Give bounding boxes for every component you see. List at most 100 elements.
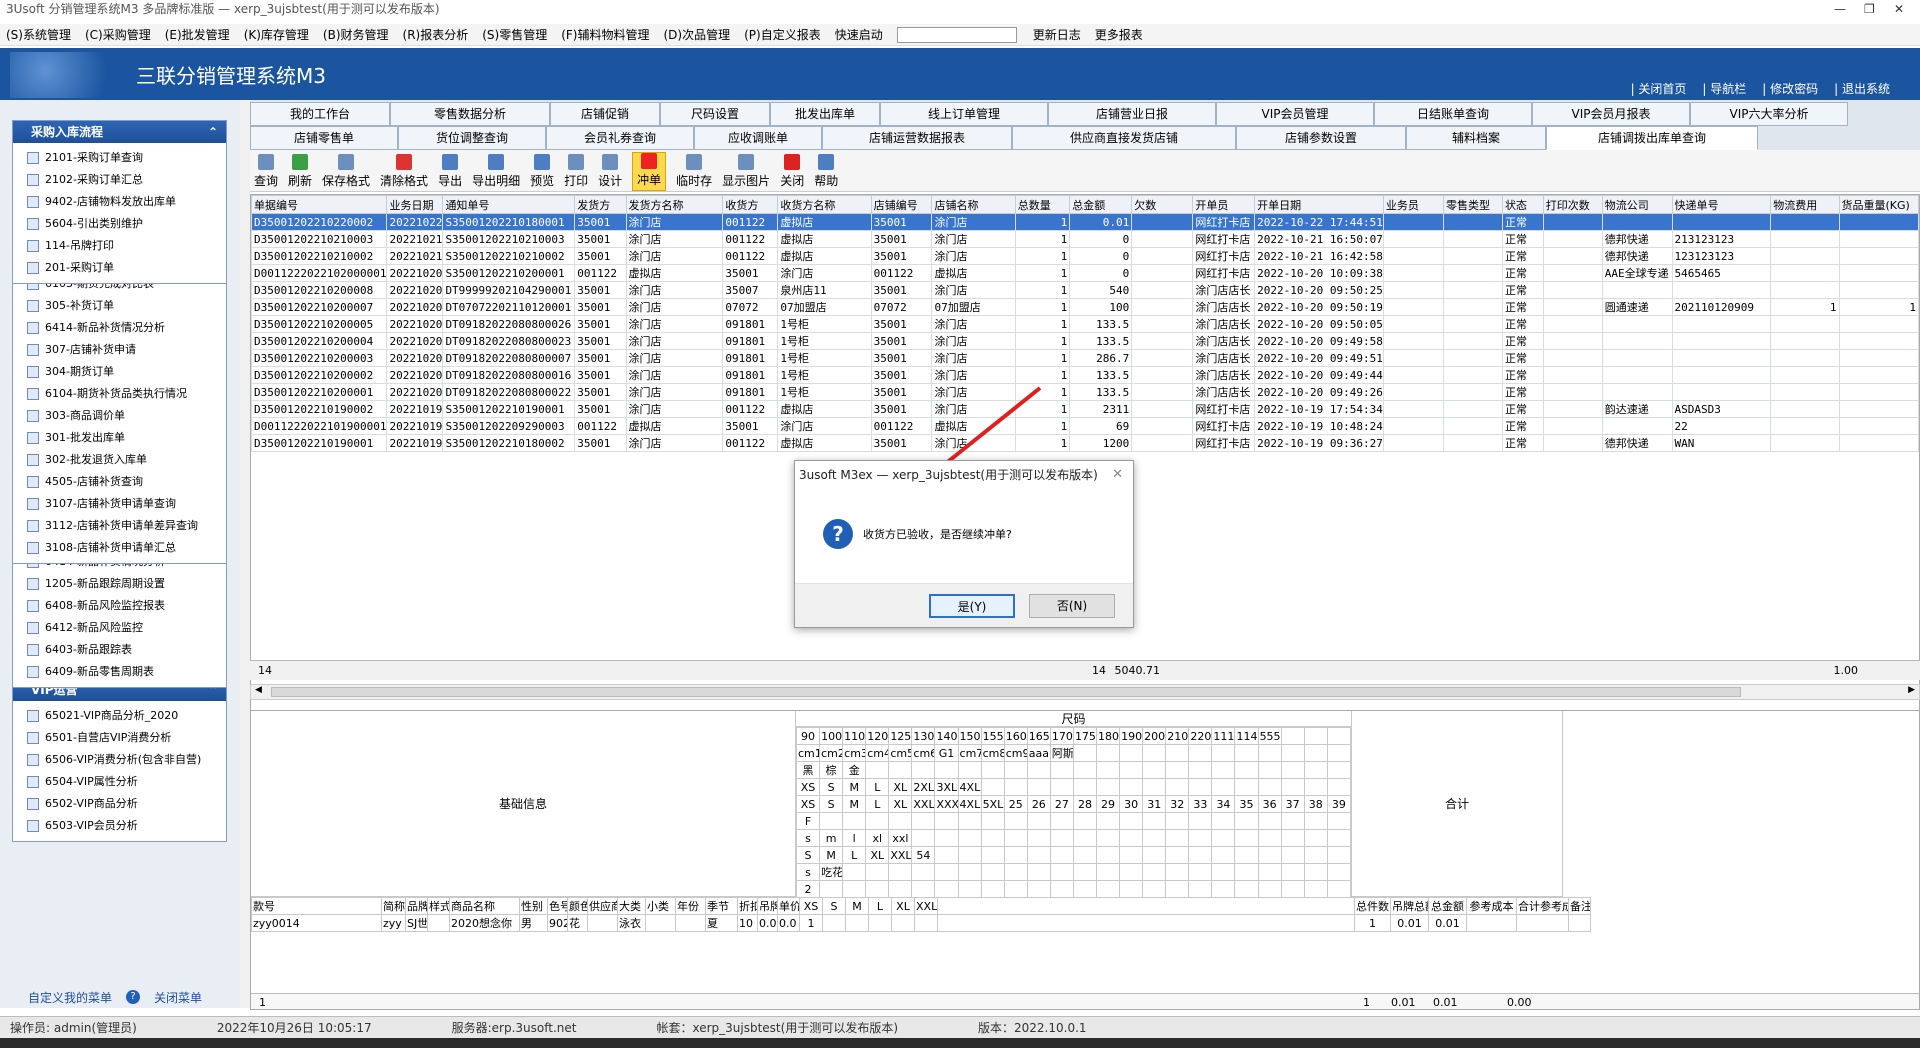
table-cell[interactable]: 202110120909 — [1671, 298, 1772, 316]
table-cell[interactable]: 1 — [1014, 315, 1071, 333]
table-cell[interactable]: 20221021 — [386, 247, 444, 265]
table-cell[interactable]: 涂门店 — [931, 349, 1016, 367]
sidebar-item[interactable]: 114-吊牌打印 — [13, 235, 226, 257]
menu-item-4[interactable]: (B)财务管理 — [323, 26, 389, 43]
sidebar-item[interactable]: 65021-VIP商品分析_2020 — [13, 705, 226, 727]
tab2-0[interactable]: 店铺零售单 — [250, 126, 398, 150]
detail-cell[interactable]: 2020想念你 — [449, 914, 520, 932]
table-cell[interactable]: 正常 — [1502, 434, 1544, 452]
table-cell[interactable] — [1442, 247, 1504, 265]
tab-3[interactable]: 尺码设置 — [660, 102, 770, 126]
custom-menu-link[interactable]: 自定义我的菜单 — [28, 989, 112, 1006]
table-cell[interactable]: 0.01 — [1069, 213, 1133, 231]
table-cell[interactable]: 涂门店 — [931, 315, 1016, 333]
menu-item-1[interactable]: (C)采购管理 — [85, 26, 151, 43]
table-cell[interactable]: S35001202210210003 — [442, 230, 576, 248]
menu-item-2[interactable]: (E)批发管理 — [165, 26, 230, 43]
table-cell[interactable]: 涂门店店长 — [1192, 298, 1256, 316]
table-cell[interactable]: 20221019 — [386, 434, 444, 452]
table-cell[interactable] — [1542, 383, 1603, 401]
table-cell[interactable]: 133.5 — [1069, 366, 1133, 384]
sidebar-item[interactable]: 302-批发退货入库单 — [13, 449, 226, 471]
table-cell[interactable]: 20221020 — [386, 349, 444, 367]
table-cell[interactable] — [1442, 366, 1504, 384]
table-cell[interactable]: 35001 — [574, 298, 627, 316]
detail-col-header[interactable]: 样式 — [427, 897, 450, 915]
table-cell[interactable] — [1382, 298, 1444, 316]
table-cell[interactable]: 35001 — [870, 281, 933, 299]
table-cell[interactable]: 001122 — [722, 213, 779, 231]
table-cell[interactable] — [1131, 230, 1194, 248]
table-cell[interactable] — [1131, 281, 1194, 299]
grid-column-header[interactable]: 总数量 — [1014, 195, 1071, 214]
detail-col-header[interactable]: 款号 — [251, 897, 382, 915]
tab-9[interactable]: VIP会员月报表 — [1532, 102, 1690, 126]
sidebar-item[interactable]: 6409-新品零售周期表 — [13, 661, 226, 683]
detail-col-header[interactable]: 色号 — [547, 897, 568, 915]
sidebar-item[interactable]: 1205-新品跟踪周期设置 — [13, 573, 226, 595]
table-cell[interactable]: 20221021 — [386, 230, 444, 248]
table-cell[interactable]: 001122 — [722, 400, 779, 418]
dialog-close-icon[interactable]: ✕ — [1112, 461, 1123, 489]
table-cell[interactable]: 涂门店 — [625, 332, 724, 350]
grid-column-header[interactable]: 物流公司 — [1601, 195, 1673, 214]
tab2-2[interactable]: 会员礼券查询 — [546, 126, 694, 150]
menu-item-9[interactable]: (P)自定义报表 — [744, 26, 821, 43]
table-cell[interactable] — [1542, 417, 1603, 435]
table-cell[interactable]: 正常 — [1502, 281, 1544, 299]
grid-column-header[interactable]: 店铺名称 — [931, 195, 1016, 214]
tab-7[interactable]: VIP会员管理 — [1216, 102, 1374, 126]
toolbar-button-12[interactable]: 关闭 — [780, 154, 804, 191]
scroll-thumb[interactable] — [271, 687, 1741, 697]
table-cell[interactable]: 5465465 — [1671, 264, 1772, 282]
table-cell[interactable]: 20221019 — [386, 417, 444, 435]
close-window-button[interactable]: ✕ — [1894, 0, 1904, 18]
detail-size-cell[interactable] — [822, 914, 846, 932]
sidebar-item[interactable]: 3107-店铺补货申请单查询 — [13, 493, 226, 515]
table-cell[interactable]: 1 — [1014, 213, 1071, 231]
table-cell[interactable]: 网红打卡店 — [1192, 264, 1256, 282]
table-cell[interactable] — [1442, 264, 1504, 282]
grid-column-header[interactable]: 发货方 — [574, 195, 627, 214]
table-cell[interactable] — [1770, 315, 1840, 333]
table-cell[interactable] — [1442, 298, 1504, 316]
sidebar-item[interactable]: 2102-采购订单汇总 — [13, 169, 226, 191]
table-cell[interactable] — [1838, 264, 1919, 282]
table-cell[interactable]: 涂门店 — [625, 349, 724, 367]
table-cell[interactable]: D35001202210190001 — [251, 434, 388, 452]
table-cell[interactable]: 213123123 — [1671, 230, 1772, 248]
table-cell[interactable]: 涂门店 — [625, 400, 724, 418]
detail-col-header[interactable]: 颜色 — [567, 897, 588, 915]
table-cell[interactable]: 正常 — [1502, 264, 1544, 282]
table-cell[interactable] — [1542, 332, 1603, 350]
detail-cell[interactable]: 0.0 — [757, 914, 778, 932]
table-cell[interactable]: 35001 — [574, 349, 627, 367]
table-cell[interactable]: 35001 — [870, 349, 933, 367]
sidebar-panel-header[interactable]: 采购入库流程 ⌃ — [13, 121, 226, 143]
detail-cell[interactable]: 902 — [547, 914, 568, 932]
menu-item-8[interactable]: (D)次品管理 — [664, 26, 731, 43]
table-row[interactable]: D35001202210210002 20221021 S3500120221021… — [251, 247, 1919, 265]
table-cell[interactable] — [1442, 400, 1504, 418]
sidebar-item[interactable]: 6412-新品风险监控 — [13, 617, 226, 639]
table-cell[interactable] — [1671, 315, 1772, 333]
table-cell[interactable]: 正常 — [1502, 213, 1544, 231]
table-cell[interactable]: 涂门店 — [777, 417, 872, 435]
table-cell[interactable]: D35001202210200002 — [251, 366, 388, 384]
table-cell[interactable]: 网红打卡店 — [1192, 213, 1256, 231]
table-cell[interactable] — [1542, 298, 1603, 316]
grid-column-header[interactable]: 物流费用 — [1770, 195, 1840, 214]
table-cell[interactable]: 德邦快递 — [1601, 434, 1673, 452]
grid-column-header[interactable]: 业务员 — [1382, 195, 1444, 214]
table-cell[interactable]: 091801 — [722, 349, 779, 367]
tab-2[interactable]: 店铺促销 — [550, 102, 660, 126]
table-cell[interactable]: 2022-10-20 09:49:44 — [1254, 366, 1384, 384]
tab-4[interactable]: 批发出库单 — [770, 102, 880, 126]
grid-column-header[interactable]: 单据编号 — [251, 195, 388, 214]
detail-cell[interactable]: 花 — [567, 914, 588, 932]
table-cell[interactable]: 091801 — [722, 315, 779, 333]
table-cell[interactable]: 涂门店 — [931, 281, 1016, 299]
table-cell[interactable]: 2022-10-20 09:50:05 — [1254, 315, 1384, 333]
table-cell[interactable]: 韵达速递 — [1601, 400, 1673, 418]
table-cell[interactable] — [1131, 349, 1194, 367]
